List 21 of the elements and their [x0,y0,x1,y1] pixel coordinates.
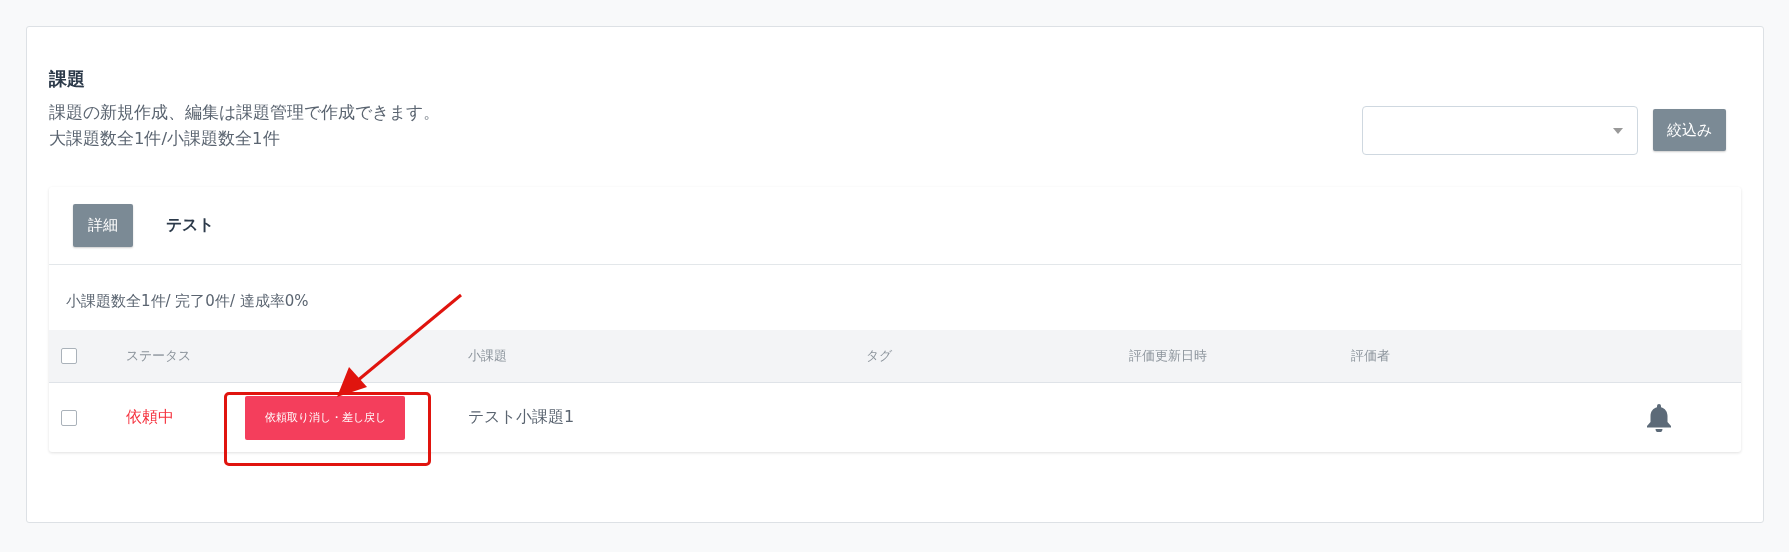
detail-button[interactable]: 詳細 [73,204,133,247]
caret-icon [1613,127,1623,134]
subtask-name: テスト小課題1 [468,407,576,428]
cancel-request-button[interactable]: 依頼取り消し・差し戻し [245,395,405,440]
count-text: 大課題数全1件/小課題数全1件 [49,128,281,150]
filter-select[interactable] [1362,106,1638,155]
summary-text: 小課題数全1件/ 完了0件/ 達成率0% [65,291,310,312]
status-text: 依頼中 [126,407,175,428]
group-name: テスト [166,215,214,236]
filter-button[interactable]: 絞込み [1653,109,1726,151]
arrow-icon [337,293,463,399]
column-header: 評価者 [1351,347,1391,365]
description: 課題の新規作成、編集は課題管理で作成できます。 [49,102,440,124]
bell-icon[interactable] [1646,403,1672,432]
page-title: 課題 [49,67,86,91]
select-all-checkbox[interactable] [61,348,77,364]
column-header: 小課題 [468,347,508,365]
column-header: タグ [866,347,893,365]
column-header: 評価更新日時 [1129,347,1208,365]
row-checkbox[interactable] [61,409,77,426]
column-header: ステータス [126,347,192,365]
